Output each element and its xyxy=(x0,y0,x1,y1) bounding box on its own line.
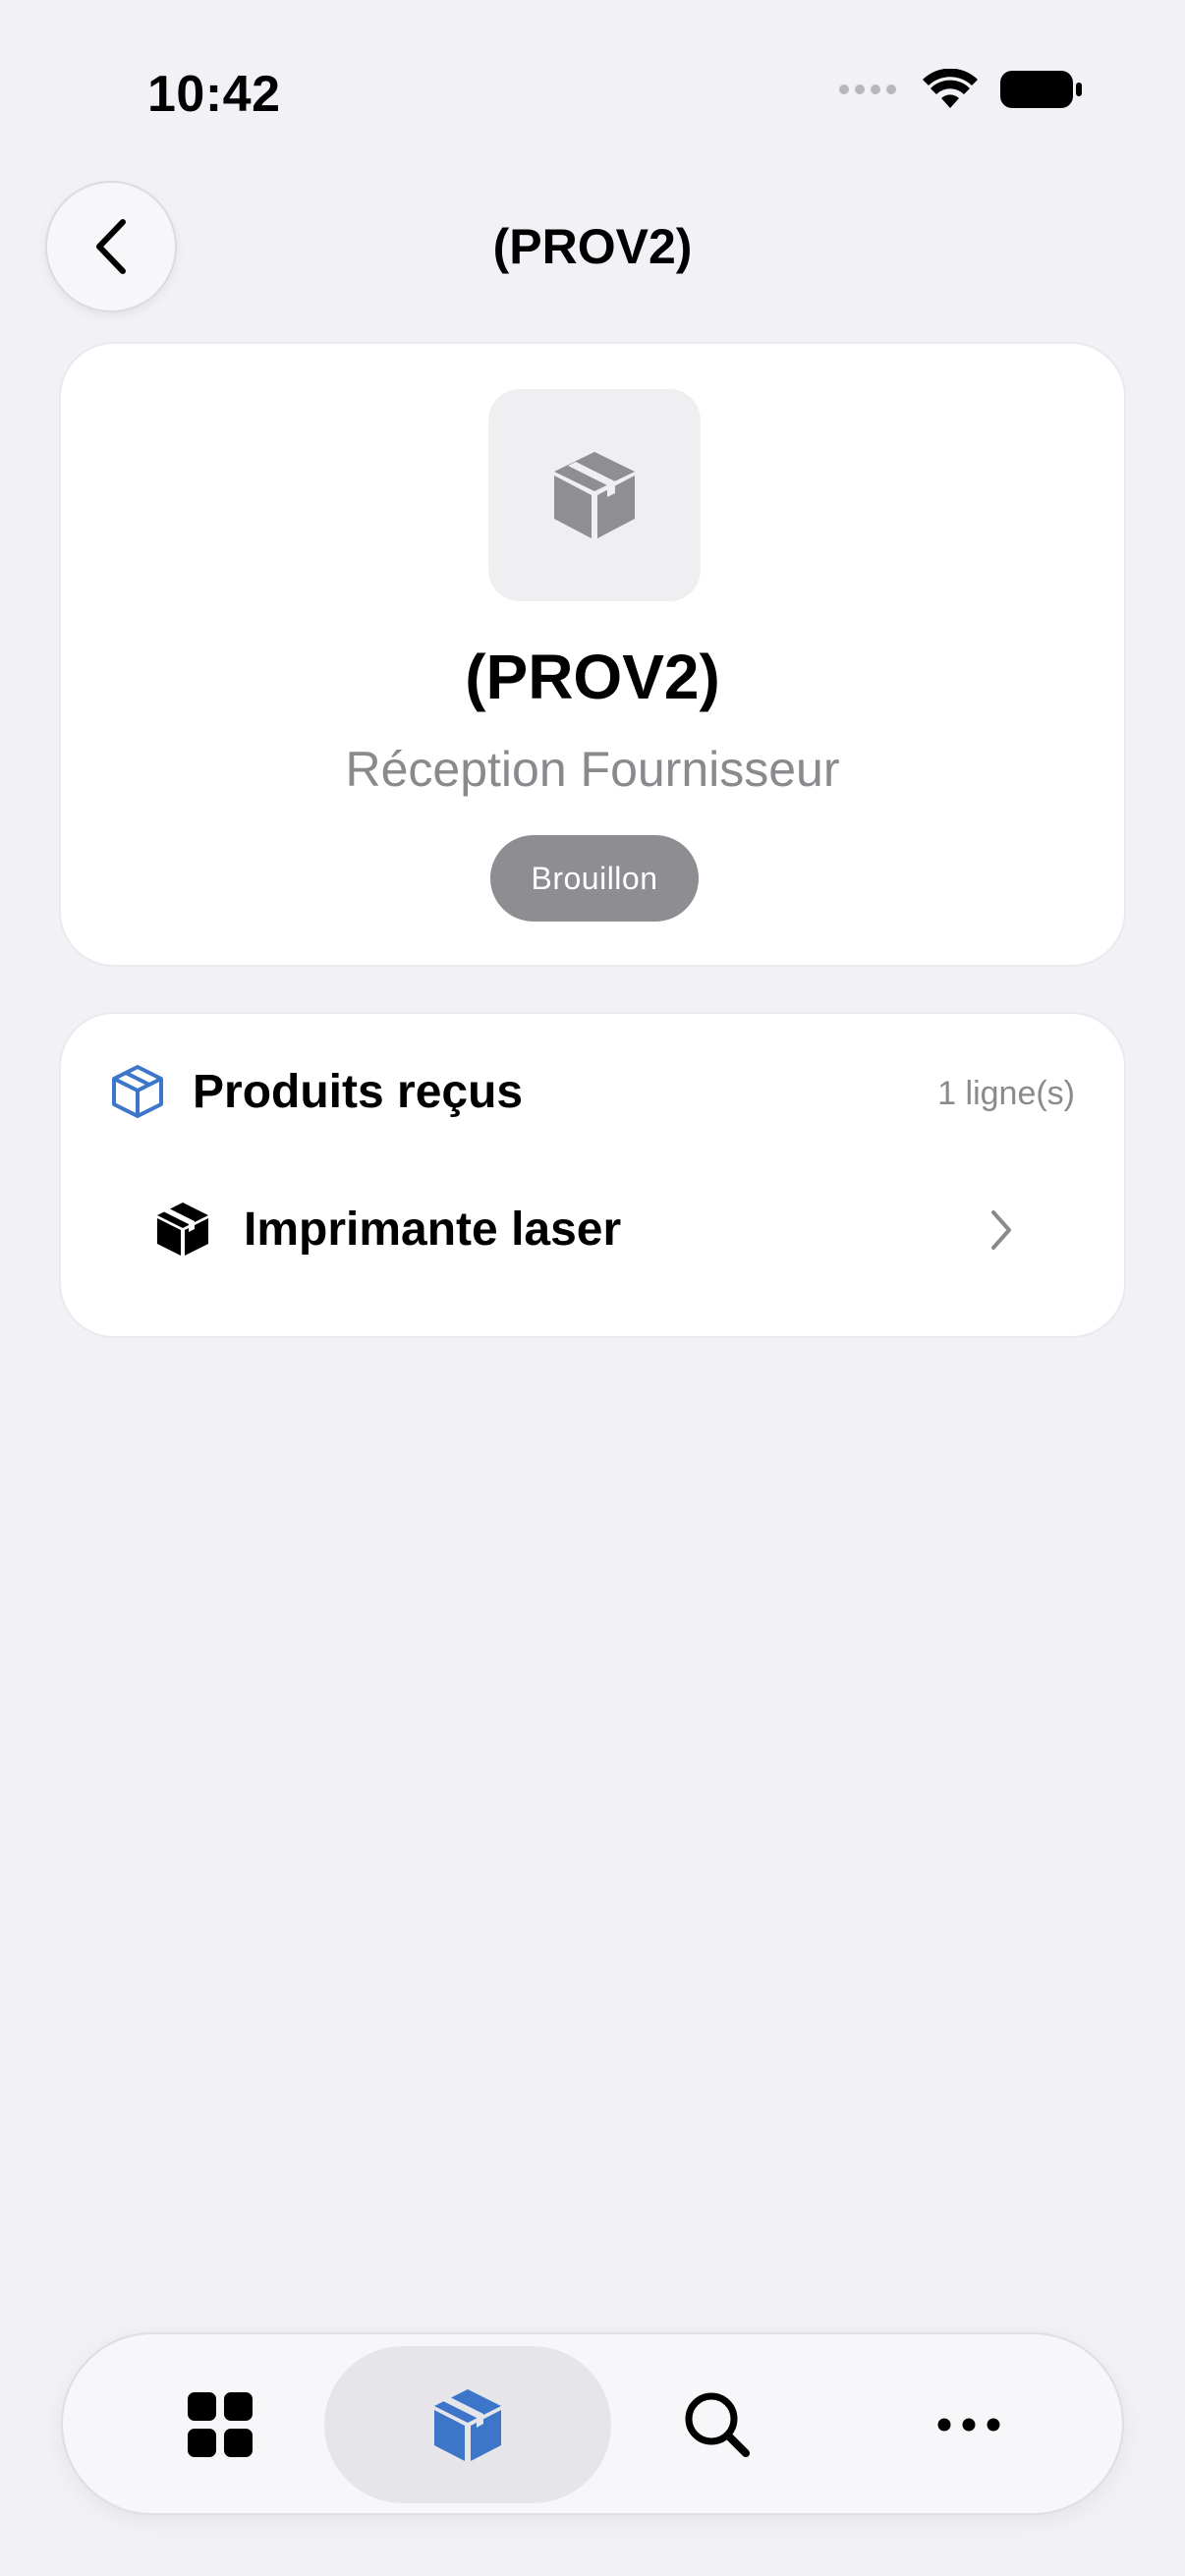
products-section: Produits reçus 1 ligne(s) Imprimante las… xyxy=(59,1012,1126,1338)
list-item[interactable]: Imprimante laser xyxy=(100,1173,1085,1283)
search-icon xyxy=(685,2392,750,2457)
tab-dashboard[interactable] xyxy=(122,2346,318,2503)
wifi-icon xyxy=(923,69,978,108)
status-icons xyxy=(839,69,1083,110)
product-name: Imprimante laser xyxy=(244,1204,622,1256)
chevron-right-icon xyxy=(991,1210,1011,1250)
product-image xyxy=(488,389,701,601)
page-title: (PROV2) xyxy=(492,219,693,274)
box-icon xyxy=(157,1203,208,1256)
tab-bar xyxy=(61,2332,1124,2515)
box-icon xyxy=(554,452,635,538)
box-outline-icon xyxy=(112,1065,163,1118)
cellular-signal-icon xyxy=(839,84,896,94)
tab-more[interactable] xyxy=(871,2346,1067,2503)
box-icon xyxy=(434,2389,501,2461)
document-title: (PROV2) xyxy=(465,642,720,712)
grid-icon xyxy=(188,2392,253,2457)
status-badge: Brouillon xyxy=(490,835,699,922)
section-title: Produits reçus xyxy=(193,1066,524,1118)
status-time: 10:42 xyxy=(147,66,281,123)
tab-search[interactable] xyxy=(619,2346,816,2503)
tab-products[interactable] xyxy=(324,2346,611,2503)
document-type: Réception Fournisseur xyxy=(345,742,840,797)
line-count: 1 ligne(s) xyxy=(937,1075,1075,1112)
status-bar: 10:42 xyxy=(0,0,1185,187)
more-icon xyxy=(937,2418,1000,2432)
battery-icon xyxy=(1000,71,1082,108)
header-card: (PROV2) Réception Fournisseur Brouillon xyxy=(59,342,1126,967)
